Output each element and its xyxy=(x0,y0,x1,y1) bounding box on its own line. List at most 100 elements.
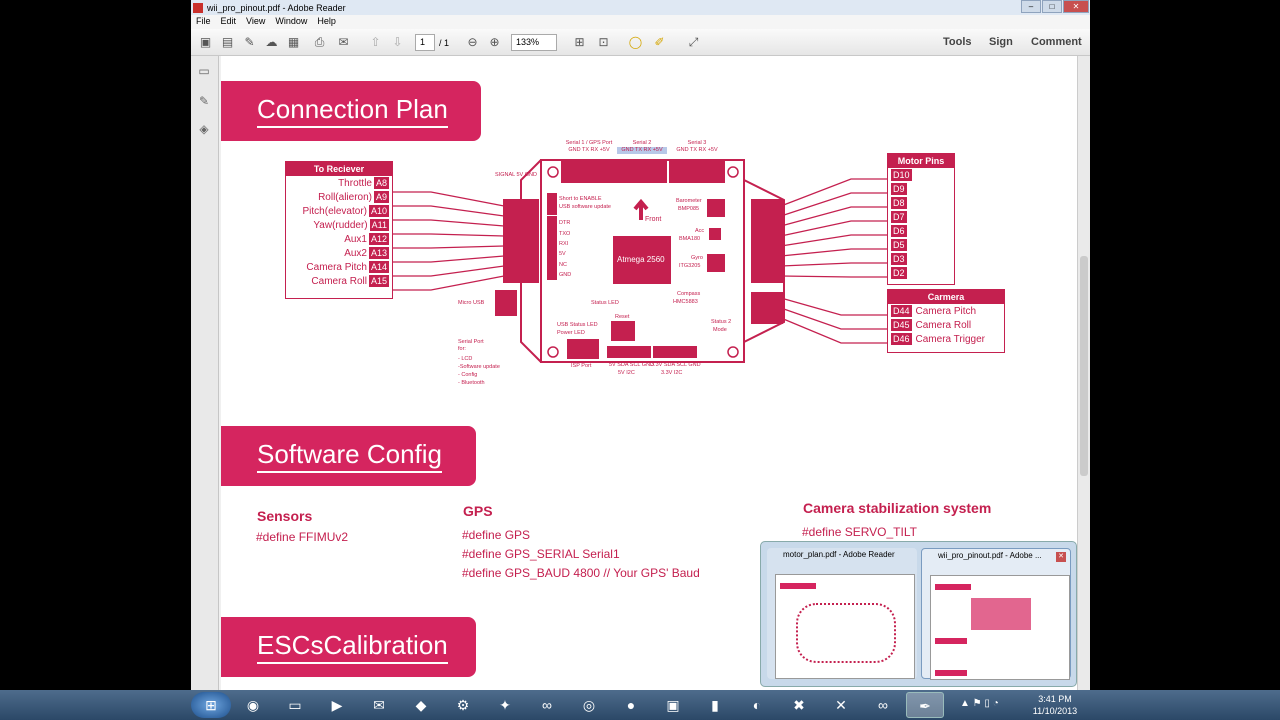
motor-row: D2 xyxy=(888,266,954,280)
adobe-reader-taskbar-icon[interactable]: ✒ xyxy=(906,692,944,718)
serial2-label: Serial 2 GND TX RX +5V xyxy=(617,140,667,154)
baro-label: Barometer xyxy=(676,198,702,204)
excel-icon[interactable]: ✕ xyxy=(822,692,860,718)
receiver-label: Camera Roll xyxy=(311,275,367,287)
menu-window[interactable]: Window xyxy=(270,15,312,29)
i2c1b-label: 5V I2C xyxy=(618,370,635,376)
email-icon[interactable]: ✉ xyxy=(335,34,352,51)
preview-close-button[interactable]: ✕ xyxy=(1056,552,1066,562)
arduino-icon[interactable]: ∞ xyxy=(864,692,902,718)
expand-icon[interactable]: ⤢ xyxy=(685,34,702,51)
serialport-label: Serial Port for: xyxy=(458,339,484,352)
motor-pin: D9 xyxy=(891,183,907,195)
motor-row: D9 xyxy=(888,182,954,196)
save-icon[interactable]: ▦ xyxy=(285,34,302,51)
title-bar: wii_pro_pinout.pdf - Adobe Reader – □ ✕ xyxy=(191,0,1090,15)
preview-wii-pinout[interactable]: wii_pro_pinout.pdf - Adobe ... ✕ xyxy=(921,548,1071,680)
comment-icon[interactable]: ◯ xyxy=(627,34,644,51)
maximize-button[interactable]: □ xyxy=(1042,0,1062,13)
page-down-icon[interactable]: ⇩ xyxy=(389,34,406,51)
menu-view[interactable]: View xyxy=(241,15,270,29)
wii-icon[interactable]: ▣ xyxy=(654,692,692,718)
page-up-icon[interactable]: ⇧ xyxy=(367,34,384,51)
app-icon[interactable]: ◐ xyxy=(738,692,776,718)
receiver-label: Aux1 xyxy=(344,233,367,245)
print-icon[interactable]: ⎙ xyxy=(311,34,328,51)
app-icon[interactable]: ✦ xyxy=(486,692,524,718)
usb-update-label: USB software update xyxy=(559,204,611,210)
preview-motor-plan[interactable]: motor_plan.pdf - Adobe Reader xyxy=(767,548,917,679)
menu-edit[interactable]: Edit xyxy=(216,15,242,29)
outlook-icon[interactable]: ✉ xyxy=(360,692,398,718)
edit-icon[interactable]: ✎ xyxy=(241,34,258,51)
txo-label: TXO xyxy=(559,231,571,237)
motor-pin: D8 xyxy=(891,197,907,209)
cloud-icon[interactable]: ☁ xyxy=(263,34,280,51)
receiver-label: Camera Pitch xyxy=(306,261,367,273)
receiver-row: Aux1 A12 xyxy=(286,232,392,246)
zoom-out-icon[interactable]: ⊖ xyxy=(464,34,481,51)
i2c2b-label: 3.3V I2C xyxy=(661,370,683,376)
page-number-input[interactable]: 1 xyxy=(415,34,435,51)
arduino-icon[interactable]: ∞ xyxy=(528,692,566,718)
receiver-label: Aux2 xyxy=(344,247,367,259)
chrome-icon[interactable]: ◉ xyxy=(234,692,272,718)
camera-title: Carmera xyxy=(888,290,1004,304)
nc-label: NC xyxy=(559,262,567,268)
receiver-title: To Reciever xyxy=(286,162,392,176)
motor-title: Motor Pins xyxy=(888,154,954,168)
sign-button[interactable]: Sign xyxy=(989,36,1013,48)
isp-label: ISP Port xyxy=(571,363,592,369)
usb-led-label: USB Status LED xyxy=(557,322,598,328)
tools-button[interactable]: Tools xyxy=(943,36,972,48)
minimize-button[interactable]: – xyxy=(1021,0,1041,13)
preview-thumbnail xyxy=(775,574,915,679)
media-player-icon[interactable]: ▶ xyxy=(318,692,356,718)
receiver-label: Roll(alieron) xyxy=(318,191,372,203)
menu-file[interactable]: File xyxy=(191,15,216,29)
motor-pin: D10 xyxy=(891,169,912,181)
app-icon[interactable]: ● xyxy=(612,692,650,718)
camera-label: Camera Pitch xyxy=(915,305,977,317)
motor-pin: D5 xyxy=(891,239,907,251)
motor-pin: D3 xyxy=(891,253,907,265)
fit-page-icon[interactable]: ⊞ xyxy=(571,34,588,51)
layers-icon[interactable]: ◈ xyxy=(196,122,212,138)
pages-icon[interactable]: ▭ xyxy=(196,64,212,80)
start-button[interactable]: ⊞ xyxy=(191,692,231,718)
menu-help[interactable]: Help xyxy=(312,15,341,29)
clock[interactable]: 3:41 PM 11/10/2013 xyxy=(1030,693,1080,717)
highlight-icon[interactable]: ✐ xyxy=(651,34,668,51)
create-pdf-icon[interactable]: ▤ xyxy=(219,34,236,51)
sig-label: SIGNAL 5V GND xyxy=(495,172,537,178)
signature-icon[interactable]: ✎ xyxy=(196,94,212,110)
motor-row: D3 xyxy=(888,252,954,266)
microusb-label: Micro USB xyxy=(458,300,485,306)
comment-button[interactable]: Comment xyxy=(1031,36,1082,48)
motor-pin: D7 xyxy=(891,211,907,223)
receiver-box: To Reciever Throttle A8 Roll(alieron) A9 Pit… xyxy=(285,161,393,299)
close-button[interactable]: ✕ xyxy=(1063,0,1089,13)
app-icon[interactable]: ⚙ xyxy=(444,692,482,718)
vertical-scrollbar[interactable] xyxy=(1077,56,1090,690)
create-icon[interactable]: ▣ xyxy=(197,34,214,51)
acc-label: Acc xyxy=(695,228,705,234)
explorer-icon[interactable]: ▭ xyxy=(276,692,314,718)
tray-icons[interactable]: ▲ ⚑ ▯ ◔ xyxy=(960,698,999,709)
app-icon[interactable]: ◎ xyxy=(570,692,608,718)
fit-width-icon[interactable]: ⊡ xyxy=(595,34,612,51)
zoom-select[interactable]: 133% xyxy=(511,34,557,51)
adobe-reader-icon xyxy=(193,2,203,13)
receiver-row: Throttle A8 xyxy=(286,176,392,190)
scroll-thumb[interactable] xyxy=(1080,256,1088,476)
motor-row: D5 xyxy=(888,238,954,252)
receiver-row: Yaw(rudder) A11 xyxy=(286,218,392,232)
app-icon[interactable]: ▮ xyxy=(696,692,734,718)
reset-label: Reset xyxy=(615,314,630,320)
app-icon[interactable]: ✖ xyxy=(780,692,818,718)
app-icon[interactable]: ◆ xyxy=(402,692,440,718)
camera-pin: D44 xyxy=(891,305,912,317)
zoom-in-icon[interactable]: ⊕ xyxy=(486,34,503,51)
receiver-row: Roll(alieron) A9 xyxy=(286,190,392,204)
sensors-heading: Sensors xyxy=(257,508,313,524)
